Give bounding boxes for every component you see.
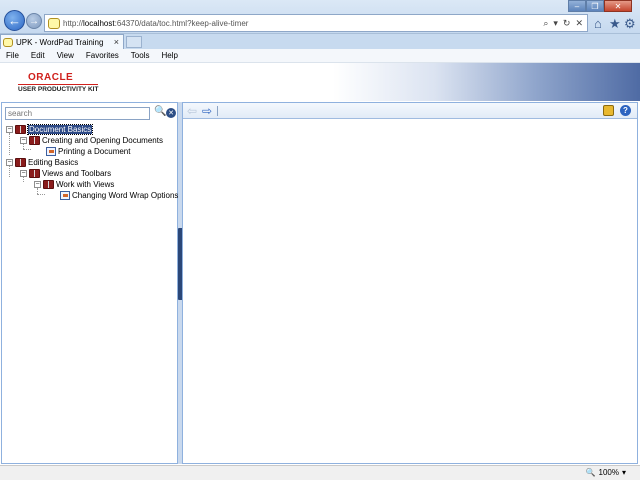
url-path: :64370/data/toc.html?keep-alive-timer bbox=[114, 18, 249, 28]
home-icon[interactable]: ⌂ bbox=[594, 16, 602, 31]
chevron-down-icon[interactable]: ▾ bbox=[622, 468, 626, 477]
menu-edit[interactable]: Edit bbox=[25, 51, 51, 60]
upk-logo-text: USER PRODUCTIVITY KIT bbox=[18, 84, 99, 93]
tree-item-editing-basics[interactable]: − Editing Basics bbox=[6, 157, 78, 168]
dropdown-icon[interactable]: ▾ bbox=[553, 18, 558, 29]
zoom-icon: 🔍 bbox=[585, 468, 596, 477]
zoom-control[interactable]: 🔍 100% ▾ bbox=[586, 468, 626, 477]
book-icon bbox=[15, 125, 26, 134]
menu-favorites[interactable]: Favorites bbox=[80, 51, 125, 60]
address-bar[interactable]: http://localhost:64370/data/toc.html?kee… bbox=[44, 14, 588, 32]
tab-row: UPK - WordPad Training × bbox=[0, 34, 640, 49]
tree-item-label: Document Basics bbox=[26, 124, 94, 135]
outline-pane: 🔍 ✕ − Document Basics − Creating and Ope… bbox=[1, 102, 178, 464]
status-bar: 🔍 100% ▾ bbox=[0, 465, 640, 480]
menu-help[interactable]: Help bbox=[155, 51, 183, 60]
tree-item-printing[interactable]: Printing a Document bbox=[46, 146, 130, 157]
tree-item-label: Changing Word Wrap Options bbox=[72, 191, 179, 200]
collapse-toggle-icon[interactable]: − bbox=[34, 181, 41, 188]
address-tools: ⌕ ▾ ↻ ✕ bbox=[543, 18, 587, 29]
forward-button[interactable]: → bbox=[26, 13, 42, 29]
tree-item-label: Printing a Document bbox=[58, 147, 131, 156]
menu-file[interactable]: File bbox=[0, 51, 25, 60]
book-icon bbox=[43, 180, 54, 189]
minimize-button[interactable]: – bbox=[568, 0, 586, 12]
favorites-star-icon[interactable]: ★ bbox=[609, 16, 621, 32]
back-arrow-icon: ← bbox=[8, 13, 21, 28]
oracle-logo: ORACLE bbox=[28, 72, 74, 83]
page-icon bbox=[3, 37, 13, 47]
toolbar-separator bbox=[217, 106, 218, 116]
tree-item-label: Work with Views bbox=[56, 180, 115, 189]
tree-item-creating-opening[interactable]: − Creating and Opening Documents bbox=[20, 135, 163, 146]
clear-search-icon[interactable]: ✕ bbox=[166, 108, 176, 118]
book-icon bbox=[15, 158, 26, 167]
collapse-toggle-icon[interactable]: − bbox=[20, 170, 27, 177]
tools-icon[interactable] bbox=[603, 105, 614, 116]
tree-item-label: Creating and Opening Documents bbox=[42, 136, 163, 145]
url-host: localhost bbox=[83, 18, 115, 28]
zoom-level: 100% bbox=[598, 468, 619, 477]
collapse-toggle-icon[interactable]: − bbox=[6, 126, 13, 133]
previous-arrow-icon[interactable]: ⇦ bbox=[187, 105, 197, 117]
new-tab-button[interactable] bbox=[126, 36, 142, 48]
menu-view[interactable]: View bbox=[51, 51, 80, 60]
tree-item-label: Views and Toolbars bbox=[42, 169, 112, 178]
stop-icon[interactable]: ✕ bbox=[575, 18, 583, 29]
forward-arrow-icon: → bbox=[29, 15, 39, 27]
search-icon[interactable]: 🔍 bbox=[154, 106, 166, 117]
upk-banner: ORACLE USER PRODUCTIVITY KIT bbox=[0, 63, 640, 101]
tree-item-work-with-views[interactable]: − Work with Views bbox=[34, 179, 114, 190]
search-input[interactable] bbox=[5, 107, 150, 120]
close-window-button[interactable]: ✕ bbox=[604, 0, 632, 12]
tree-item-views-toolbars[interactable]: − Views and Toolbars bbox=[20, 168, 111, 179]
collapse-toggle-icon[interactable]: − bbox=[20, 137, 27, 144]
help-icon[interactable]: ? bbox=[620, 105, 631, 116]
book-icon bbox=[29, 169, 40, 178]
refresh-icon[interactable]: ↻ bbox=[563, 18, 571, 29]
url-text[interactable]: http://localhost:64370/data/toc.html?kee… bbox=[63, 19, 543, 28]
tab-title: UPK - WordPad Training bbox=[16, 37, 104, 47]
window-controls: – ❐ ✕ bbox=[568, 0, 632, 12]
tree-item-document-basics[interactable]: − Document Basics bbox=[6, 124, 94, 135]
search-icon[interactable]: ⌕ bbox=[543, 18, 548, 29]
url-prefix: http:// bbox=[63, 18, 84, 28]
tree-item-label: Editing Basics bbox=[28, 158, 79, 167]
browser-titlebar: ← → http://localhost:64370/data/toc.html… bbox=[0, 0, 640, 34]
menu-tools[interactable]: Tools bbox=[125, 51, 156, 60]
content-toolbar: ⇦ ⇨ ? bbox=[183, 103, 637, 119]
gear-icon[interactable]: ⚙ bbox=[624, 16, 636, 32]
book-icon bbox=[29, 136, 40, 145]
maximize-button[interactable]: ❐ bbox=[586, 0, 604, 12]
topic-icon bbox=[46, 147, 56, 156]
tree-item-word-wrap[interactable]: Changing Word Wrap Options bbox=[60, 190, 178, 201]
content-pane: ⇦ ⇨ ? bbox=[182, 102, 638, 464]
page-icon bbox=[48, 17, 60, 29]
back-button[interactable]: ← bbox=[4, 10, 25, 31]
collapse-toggle-icon[interactable]: − bbox=[6, 159, 13, 166]
topic-icon bbox=[60, 191, 70, 200]
menu-bar: File Edit View Favorites Tools Help bbox=[0, 49, 640, 63]
tab-close-icon[interactable]: × bbox=[114, 37, 123, 47]
next-arrow-icon[interactable]: ⇨ bbox=[202, 105, 212, 117]
tab-upk[interactable]: UPK - WordPad Training × bbox=[0, 34, 124, 49]
